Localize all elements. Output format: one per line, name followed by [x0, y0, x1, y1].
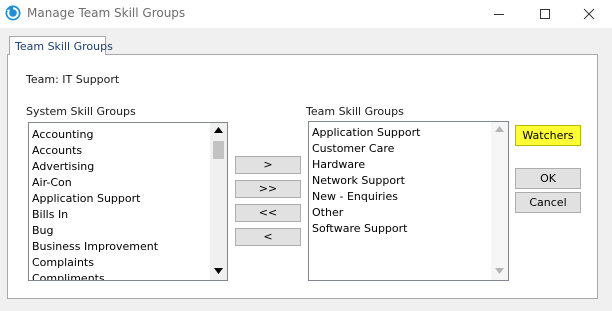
team-skill-groups-label: Team Skill Groups — [306, 105, 404, 118]
team-label: Team: IT Support — [26, 73, 120, 86]
list-item[interactable]: Bills In — [32, 207, 210, 223]
ok-button-label: OK — [540, 172, 556, 185]
list-item[interactable]: Air-Con — [32, 175, 210, 191]
list-item[interactable]: Advertising — [32, 159, 210, 175]
list-item[interactable]: Compliments — [32, 271, 210, 280]
close-button[interactable] — [566, 0, 612, 28]
list-item[interactable]: Business Improvement — [32, 239, 210, 255]
ok-button[interactable]: OK — [515, 168, 581, 189]
list-item[interactable]: Software Support — [312, 221, 491, 237]
tab-label: Team Skill Groups — [15, 40, 113, 53]
watchers-button-label: Watchers — [522, 129, 574, 142]
scroll-up-button — [491, 123, 508, 137]
system-skill-groups-list[interactable]: Accounting Accounts Advertising Air-Con Appl… — [28, 122, 228, 281]
remove-button[interactable]: < — [235, 228, 301, 246]
triangle-down-icon — [214, 268, 223, 274]
tab-panel: Team: IT Support System Skill Groups Tea… — [7, 54, 598, 299]
list-item[interactable]: Accounting — [32, 127, 210, 143]
cancel-button-label: Cancel — [529, 196, 567, 209]
close-icon — [583, 8, 595, 20]
list-item[interactable]: Complaints — [32, 255, 210, 271]
window-title: Manage Team Skill Groups — [27, 6, 186, 20]
watchers-button[interactable]: Watchers — [515, 125, 581, 146]
add-button[interactable]: > — [235, 156, 301, 174]
minimize-button[interactable] — [476, 0, 522, 28]
system-list-scrollbar[interactable] — [210, 123, 227, 280]
list-item[interactable]: Bug — [32, 223, 210, 239]
scroll-up-button[interactable] — [210, 124, 227, 138]
title-bar[interactable]: Manage Team Skill Groups — [0, 0, 612, 28]
cancel-button[interactable]: Cancel — [515, 192, 581, 213]
team-skill-groups-list[interactable]: Application Support Customer Care Hardware… — [308, 121, 509, 281]
list-item[interactable]: Customer Care — [312, 141, 491, 157]
remove-button-label: < — [263, 230, 273, 243]
scroll-down-button — [491, 265, 508, 279]
refresh-circle-icon — [5, 5, 21, 21]
scroll-thumb[interactable] — [213, 141, 224, 159]
triangle-up-icon — [495, 126, 504, 132]
tab-team-skill-groups[interactable]: Team Skill Groups — [9, 36, 113, 55]
minimize-icon — [494, 14, 504, 15]
team-list-scrollbar — [491, 122, 508, 280]
remove-all-button[interactable]: << — [235, 204, 301, 222]
scroll-down-button[interactable] — [210, 265, 227, 279]
maximize-button[interactable] — [522, 0, 568, 28]
list-item[interactable]: Accounts — [32, 143, 210, 159]
list-item[interactable]: Hardware — [312, 157, 491, 173]
list-item[interactable]: Other — [312, 205, 491, 221]
list-item[interactable]: New - Enquiries — [312, 189, 491, 205]
list-item[interactable]: Application Support — [312, 125, 491, 141]
list-item[interactable]: Application Support — [32, 191, 210, 207]
triangle-down-icon — [495, 268, 504, 274]
list-item[interactable]: Network Support — [312, 173, 491, 189]
triangle-up-icon — [214, 127, 223, 133]
maximize-icon — [540, 9, 550, 19]
add-all-button[interactable]: >> — [235, 180, 301, 198]
system-skill-groups-label: System Skill Groups — [26, 105, 136, 118]
remove-all-button-label: << — [258, 206, 278, 219]
add-all-button-label: >> — [258, 182, 278, 195]
add-button-label: > — [263, 158, 273, 171]
